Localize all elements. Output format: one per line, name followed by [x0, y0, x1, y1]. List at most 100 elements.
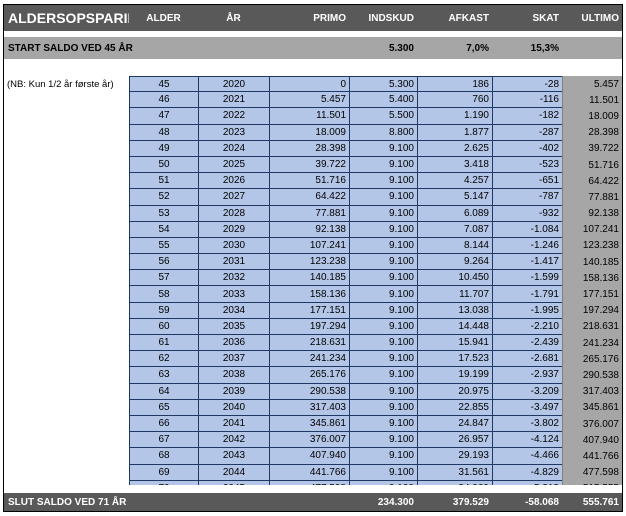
- cell-indskud[interactable]: 9.100: [349, 399, 417, 416]
- cell-ultimo[interactable]: 345.861: [562, 399, 622, 416]
- cell-primo[interactable]: 77.881: [269, 205, 349, 222]
- cell-ultimo[interactable]: 64.422: [562, 173, 622, 190]
- cell-indskud[interactable]: 5.400: [349, 92, 417, 109]
- cell-skat[interactable]: -402: [492, 140, 562, 157]
- cell-skat[interactable]: -2.937: [492, 367, 562, 384]
- cell-ar[interactable]: 2033: [198, 286, 269, 303]
- cell-ar[interactable]: 2021: [198, 92, 269, 109]
- cell-afkast[interactable]: 22.855: [417, 399, 492, 416]
- empty-cell[interactable]: [4, 465, 129, 481]
- empty-cell[interactable]: [4, 189, 129, 205]
- cell-alder[interactable]: 69: [129, 464, 198, 481]
- cell-skat[interactable]: -1.995: [492, 302, 562, 319]
- cell-indskud[interactable]: 9.100: [349, 221, 417, 238]
- cell-indskud[interactable]: 9.100: [349, 383, 417, 400]
- cell-ultimo[interactable]: 77.881: [562, 189, 622, 206]
- cell-afkast[interactable]: 1.877: [417, 124, 492, 141]
- cell-alder[interactable]: 58: [129, 286, 198, 303]
- empty-cell[interactable]: [4, 125, 129, 141]
- cell-afkast[interactable]: 11.707: [417, 286, 492, 303]
- cell-ar[interactable]: 2020: [198, 76, 269, 93]
- cell-skat[interactable]: -932: [492, 205, 562, 222]
- cell-ar[interactable]: 2032: [198, 270, 269, 287]
- cell-ar[interactable]: 2025: [198, 156, 269, 174]
- cell-ar[interactable]: 2027: [198, 189, 269, 206]
- empty-cell[interactable]: [4, 270, 129, 286]
- cell-ar[interactable]: 2035: [198, 318, 269, 335]
- cell-alder[interactable]: 64: [129, 383, 198, 400]
- cell-ultimo[interactable]: 265.176: [562, 351, 622, 368]
- cell-afkast[interactable]: 5.147: [417, 189, 492, 206]
- cell-alder[interactable]: 65: [129, 399, 198, 416]
- cell-indskud[interactable]: 9.100: [349, 351, 417, 368]
- cell-primo[interactable]: 39.722: [269, 156, 349, 174]
- cell-indskud[interactable]: 9.100: [349, 367, 417, 384]
- end-indskud[interactable]: 234.300: [349, 493, 417, 511]
- cell-alder[interactable]: 68: [129, 448, 198, 465]
- cell-primo[interactable]: 158.136: [269, 286, 349, 303]
- cell-primo[interactable]: 376.007: [269, 432, 349, 449]
- cell-skat[interactable]: -116: [492, 92, 562, 109]
- cell-skat[interactable]: -1.246: [492, 237, 562, 255]
- cell-afkast[interactable]: 19.199: [417, 367, 492, 384]
- cell-ar[interactable]: 2043: [198, 448, 269, 465]
- empty-cell[interactable]: [4, 222, 129, 238]
- cell-indskud[interactable]: 9.100: [349, 237, 417, 255]
- end-skat[interactable]: -58.068: [492, 493, 562, 511]
- empty-cell[interactable]: [4, 400, 129, 416]
- empty-cell[interactable]: [4, 367, 129, 383]
- cell-ar[interactable]: 2037: [198, 351, 269, 368]
- cell-afkast[interactable]: 31.561: [417, 464, 492, 481]
- empty-cell[interactable]: [4, 335, 129, 351]
- cell-ar[interactable]: 2030: [198, 237, 269, 255]
- cell-ultimo[interactable]: 140.185: [562, 254, 622, 271]
- empty-cell[interactable]: [4, 286, 129, 302]
- cell-skat[interactable]: -4.829: [492, 464, 562, 481]
- cell-skat[interactable]: -3.497: [492, 399, 562, 416]
- cell-alder[interactable]: 49: [129, 140, 198, 157]
- empty-cell[interactable]: [4, 432, 129, 448]
- end-afkast[interactable]: 379.529: [417, 493, 492, 511]
- cell-afkast[interactable]: 24.847: [417, 415, 492, 433]
- cell-ultimo[interactable]: 18.009: [562, 108, 622, 125]
- cell-afkast[interactable]: 7.087: [417, 221, 492, 238]
- cell-indskud[interactable]: 9.100: [349, 335, 417, 352]
- cell-alder[interactable]: 62: [129, 351, 198, 368]
- cell-alder[interactable]: 67: [129, 432, 198, 449]
- col-header-alder[interactable]: ALDER: [129, 5, 198, 31]
- cell-alder[interactable]: 46: [129, 92, 198, 109]
- cell-afkast[interactable]: 186: [417, 76, 492, 93]
- cell-afkast[interactable]: 15.941: [417, 335, 492, 352]
- empty-cell[interactable]: [4, 238, 129, 254]
- cell-alder[interactable]: 51: [129, 173, 198, 190]
- cell-skat[interactable]: -3.802: [492, 415, 562, 433]
- cell-skat[interactable]: -1.599: [492, 270, 562, 287]
- cell-skat[interactable]: -28: [492, 76, 562, 93]
- cell-ar[interactable]: 2034: [198, 302, 269, 319]
- cell-primo[interactable]: 92.138: [269, 221, 349, 238]
- cell-ar[interactable]: 2040: [198, 399, 269, 416]
- cell-primo[interactable]: 265.176: [269, 367, 349, 384]
- cell-skat[interactable]: -1.417: [492, 254, 562, 271]
- empty-cell[interactable]: [4, 416, 129, 432]
- start-label[interactable]: START SALDO VED 45 ÅR: [4, 37, 349, 59]
- start-ultimo-empty[interactable]: [562, 37, 622, 59]
- cell-primo[interactable]: 317.403: [269, 399, 349, 416]
- empty-cell[interactable]: [4, 108, 129, 124]
- cell-ar[interactable]: 2042: [198, 432, 269, 449]
- cell-ar[interactable]: 2039: [198, 383, 269, 400]
- cell-alder[interactable]: 56: [129, 254, 198, 271]
- cell-indskud[interactable]: 9.100: [349, 318, 417, 335]
- cell-afkast[interactable]: 4.257: [417, 173, 492, 190]
- empty-cell[interactable]: [4, 319, 129, 335]
- note-cell[interactable]: (NB: Kun 1/2 år første år): [4, 76, 129, 92]
- cell-indskud[interactable]: 9.100: [349, 302, 417, 319]
- start-indskud[interactable]: 5.300: [349, 37, 417, 59]
- cell-indskud[interactable]: 9.100: [349, 205, 417, 222]
- cell-ultimo[interactable]: 218.631: [562, 318, 622, 335]
- cell-ultimo[interactable]: 241.234: [562, 335, 622, 352]
- cell-indskud[interactable]: 9.100: [349, 448, 417, 465]
- cell-primo[interactable]: 123.238: [269, 254, 349, 271]
- cell-ultimo[interactable]: 317.403: [562, 383, 622, 400]
- cell-ar[interactable]: 2026: [198, 173, 269, 190]
